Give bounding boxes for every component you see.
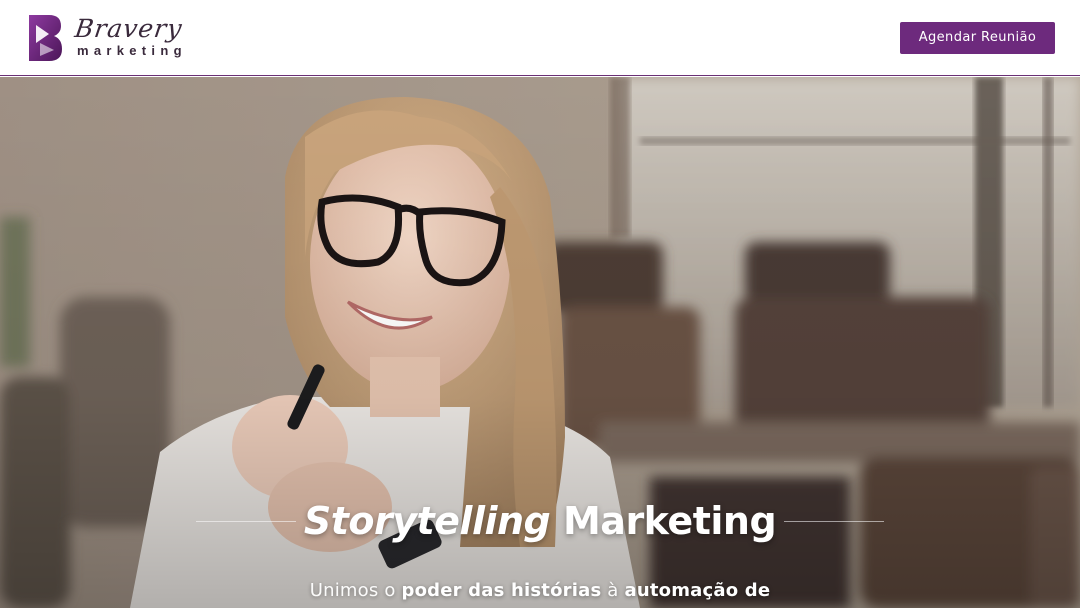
schedule-meeting-button[interactable]: Agendar Reunião xyxy=(900,21,1055,54)
hero-section: Storytelling Marketing Unimos o poder da… xyxy=(0,77,1080,608)
subtitle-part-1: Unimos o xyxy=(309,580,402,601)
hero-title: Storytelling Marketing xyxy=(303,499,777,543)
brand-wordmark: Bravery marketing xyxy=(73,14,187,59)
brand-sub-text: marketing xyxy=(77,43,187,58)
subtitle-part-3: à xyxy=(601,580,625,601)
bravery-logo-icon xyxy=(29,14,62,61)
subtitle-part-4: automação de xyxy=(624,580,771,601)
brand-script-text: Bravery xyxy=(73,14,185,43)
hero-subtitle: Unimos o poder das histórias à automação… xyxy=(0,579,1080,603)
hero-title-italic: Storytelling xyxy=(303,499,551,543)
hero-title-regular: Marketing xyxy=(562,499,777,543)
title-divider-left xyxy=(195,520,296,522)
hero-title-row: Storytelling Marketing xyxy=(0,494,1080,548)
subtitle-part-2: poder das histórias xyxy=(401,580,602,601)
title-divider-right xyxy=(784,520,885,522)
brand-logo-link[interactable]: Bravery marketing xyxy=(27,0,187,76)
site-header: Bravery marketing Agendar Reunião xyxy=(0,0,1080,76)
